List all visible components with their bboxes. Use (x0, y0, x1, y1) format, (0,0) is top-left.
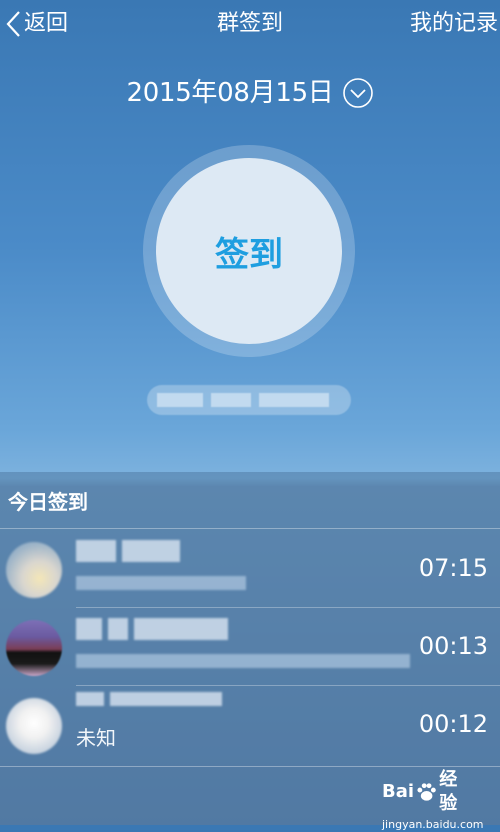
avatar (6, 542, 62, 598)
blurred-subtitle (76, 654, 410, 668)
chevron-down-circle-icon[interactable] (342, 77, 374, 109)
today-checkin-title: 今日签到 (8, 490, 88, 514)
item-subtitle: 未知 (76, 726, 116, 750)
list-bottom-divider (0, 766, 500, 767)
list-item[interactable]: 07:15 (0, 530, 500, 608)
date-selector[interactable]: 2015年08月15日 (0, 75, 500, 111)
watermark-brand: Bai (382, 781, 415, 802)
watermark-brand-suffix: 经验 (439, 769, 458, 814)
avatar (6, 698, 62, 754)
blurred-name (76, 618, 228, 642)
my-records-button[interactable]: 我的记录 (410, 8, 498, 40)
blurred-subtitle (76, 576, 246, 590)
checkin-time: 00:13 (418, 632, 488, 660)
watermark-url: jingyan.baidu.com (382, 818, 484, 831)
blurred-name (76, 540, 180, 564)
list-item[interactable]: 未知 00:12 (0, 686, 500, 764)
checkin-button[interactable]: 签到 (156, 158, 342, 344)
checkin-time: 07:15 (418, 554, 488, 582)
avatar (6, 620, 62, 676)
panel-divider (0, 528, 500, 529)
baidu-jingyan-watermark: Bai 经验 jingyan.baidu.com (382, 768, 484, 832)
blurred-name (76, 692, 222, 716)
checkin-time: 00:12 (418, 710, 488, 738)
paw-icon (417, 783, 436, 801)
list-item[interactable]: 00:13 (0, 608, 500, 686)
top-bar: 返回 群签到 我的记录 (0, 0, 500, 50)
checkin-ring: 签到 (143, 145, 355, 357)
blurred-status-pill (147, 385, 351, 415)
date-label: 2015年08月15日 (126, 78, 334, 108)
